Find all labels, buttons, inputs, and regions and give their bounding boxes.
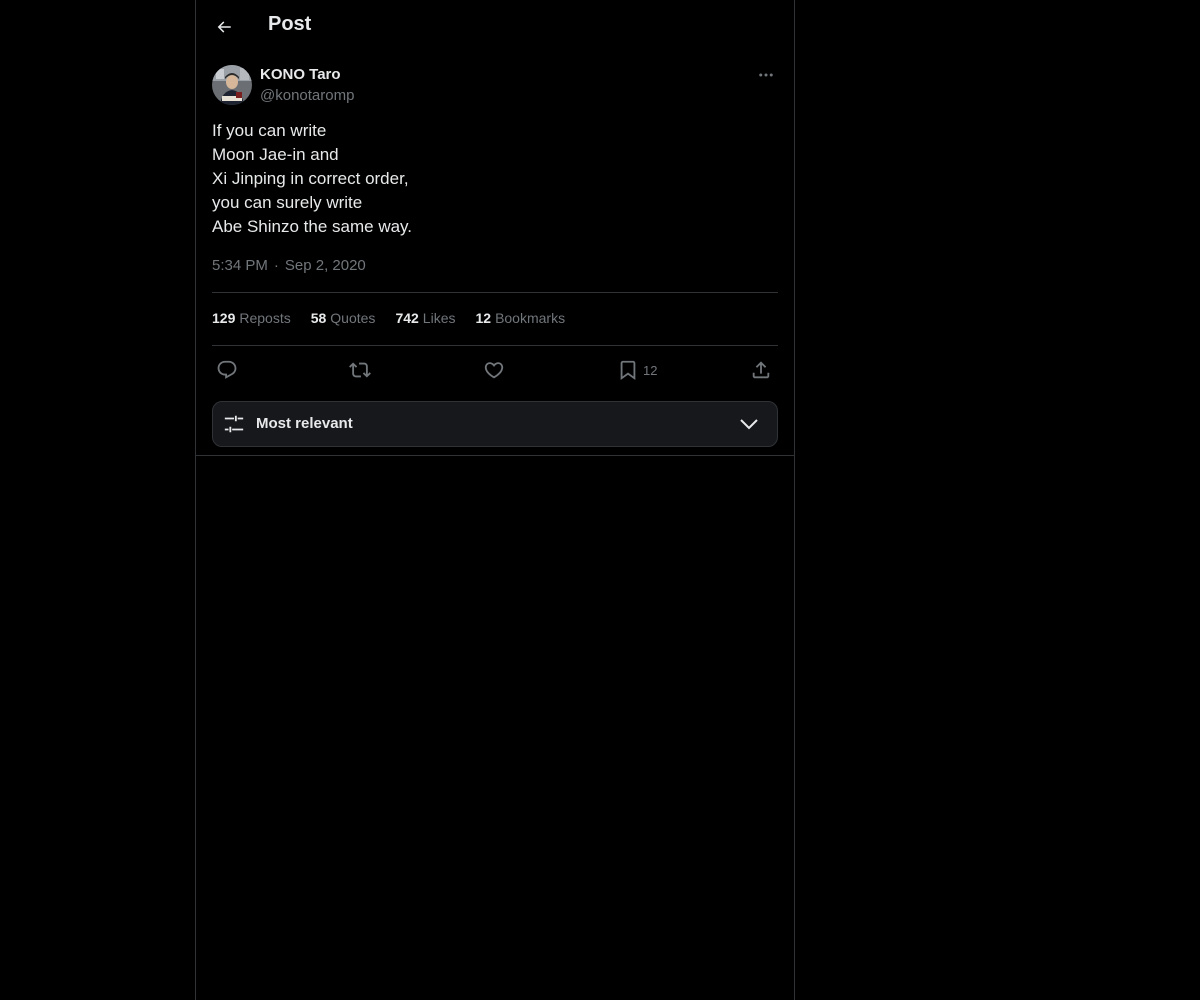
sort-replies-dropdown[interactable]: Most relevant xyxy=(212,401,778,447)
more-options-button[interactable] xyxy=(754,64,778,86)
like-button[interactable] xyxy=(483,357,505,383)
sort-label: Most relevant xyxy=(256,415,353,432)
reposts-label: Reposts xyxy=(239,310,291,326)
filter-sliders-icon xyxy=(224,415,244,433)
bookmarks-label: Bookmarks xyxy=(495,310,566,326)
post-text-line: If you can write xyxy=(212,121,327,140)
more-icon xyxy=(759,73,773,77)
post-stats: 129 Reposts 58 Quotes 742 Likes 12 Bookmarks xyxy=(212,310,565,326)
share-icon xyxy=(752,361,770,379)
back-arrow-icon xyxy=(217,21,231,33)
bookmarks-stat[interactable]: 12 Bookmarks xyxy=(475,310,565,326)
repost-icon xyxy=(349,362,371,378)
page-title: Post xyxy=(268,13,312,35)
bookmark-count: 12 xyxy=(643,362,658,378)
bookmarks-count: 12 xyxy=(475,310,492,326)
avatar-image xyxy=(212,65,252,105)
repost-button[interactable] xyxy=(349,357,371,383)
quotes-count: 58 xyxy=(310,310,327,326)
divider xyxy=(196,455,794,456)
quotes-label: Quotes xyxy=(330,310,376,326)
divider xyxy=(212,292,778,293)
bookmark-button[interactable]: 12 xyxy=(617,357,657,383)
share-button[interactable] xyxy=(750,357,772,383)
post-text: If you can write Moon Jae-in and Xi Jinp… xyxy=(212,119,778,239)
likes-count: 742 xyxy=(395,310,419,326)
page-header: Post xyxy=(196,0,794,53)
post-text-line: Moon Jae-in and xyxy=(212,145,339,164)
post-detail: KONO Taro @konotaromp If you can write M… xyxy=(212,64,778,447)
post-text-line: Abe Shinzo the same way. xyxy=(212,217,413,236)
post-date: Sep 2, 2020 xyxy=(284,257,366,274)
post-text-line: Xi Jinping in correct order, xyxy=(212,169,409,188)
reply-button[interactable] xyxy=(216,357,238,383)
quotes-stat[interactable]: 58 Quotes xyxy=(311,310,376,326)
bookmark-icon xyxy=(620,360,636,381)
post-timestamp[interactable]: 5:34 PM · Sep 2, 2020 xyxy=(212,257,366,274)
likes-stat[interactable]: 742 Likes xyxy=(395,310,455,326)
main-column: Post KONO Taro @konotaromp If you can wr… xyxy=(195,0,795,1000)
back-button[interactable] xyxy=(208,10,240,44)
post-actions: 12 xyxy=(212,357,778,383)
reposts-count: 129 xyxy=(212,310,236,326)
chevron-down-icon xyxy=(740,419,758,430)
reply-icon xyxy=(217,360,237,379)
author-row: KONO Taro @konotaromp xyxy=(212,64,778,106)
post-text-line: you can surely write xyxy=(212,193,363,212)
author-handle[interactable]: @konotaromp xyxy=(260,87,354,104)
avatar[interactable] xyxy=(212,65,252,105)
author-name[interactable]: KONO Taro xyxy=(260,66,341,83)
like-icon xyxy=(484,362,504,379)
post-time: 5:34 PM xyxy=(212,257,268,274)
reposts-stat[interactable]: 129 Reposts xyxy=(212,310,291,326)
likes-label: Likes xyxy=(422,310,456,326)
divider xyxy=(212,345,778,346)
timestamp-separator: · xyxy=(273,257,279,274)
